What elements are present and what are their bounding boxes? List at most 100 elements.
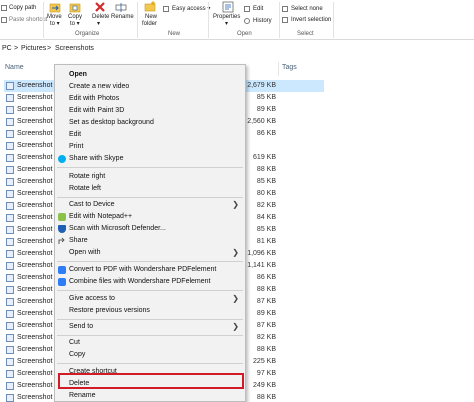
- menu-separator: [57, 197, 243, 198]
- menu-item-edit[interactable]: Edit: [55, 129, 245, 141]
- history-button[interactable]: History: [253, 18, 272, 25]
- menu-item-label: Create a new video: [69, 83, 130, 90]
- menu-item-label: Open with: [69, 249, 101, 256]
- menu-item-rename[interactable]: Rename: [55, 390, 245, 402]
- menu-item-send-to[interactable]: Send to ❯: [55, 321, 245, 333]
- select-none-icon: [282, 6, 288, 12]
- copy-path-button[interactable]: Copy path: [9, 5, 36, 12]
- file-name: Screenshot: [17, 262, 53, 269]
- file-name: Screenshot: [17, 130, 53, 137]
- file-name: Screenshot: [17, 82, 53, 89]
- menu-item-label: Edit with Notepad++: [69, 213, 133, 220]
- menu-item-label: Edit with Photos: [69, 95, 120, 102]
- image-file-icon: [6, 118, 14, 126]
- image-file-icon: [6, 250, 14, 258]
- menu-item-cast-device[interactable]: Cast to Device ❯: [55, 199, 245, 211]
- column-divider[interactable]: [278, 62, 279, 76]
- file-name: Screenshot: [17, 334, 53, 341]
- menu-item-set-background[interactable]: Set as desktop background: [55, 117, 245, 129]
- menu-item-label: Convert to PDF with Wondershare PDFeleme…: [69, 266, 217, 273]
- menu-item-edit-notepad[interactable]: Edit with Notepad++: [55, 211, 245, 223]
- invert-selection-button[interactable]: Invert selection: [291, 17, 331, 24]
- ribbon-separator: [137, 2, 138, 38]
- edit-ribbon-button[interactable]: Edit: [253, 6, 263, 13]
- breadcrumb-pictures[interactable]: Pictures: [21, 45, 46, 52]
- breadcrumb-screenshots[interactable]: Screenshots: [55, 45, 94, 52]
- breadcrumb-separator[interactable]: >: [47, 45, 51, 52]
- menu-separator: [57, 290, 243, 291]
- submenu-arrow-icon: ❯: [232, 294, 239, 303]
- delete-highlight-box: [58, 373, 244, 389]
- select-none-button[interactable]: Select none: [291, 6, 323, 13]
- image-file-icon: [6, 202, 14, 210]
- file-name: Screenshot: [17, 250, 53, 257]
- image-file-icon: [6, 334, 14, 342]
- image-file-icon: [6, 346, 14, 354]
- menu-item-edit-paint3d[interactable]: Edit with Paint 3D: [55, 105, 245, 117]
- file-name: Screenshot: [17, 310, 53, 317]
- image-file-icon: [6, 226, 14, 234]
- copy-to-label: Copy: [68, 14, 83, 20]
- menu-item-give-access[interactable]: Give access to ❯: [55, 293, 245, 305]
- menu-item-open-with[interactable]: Open with ❯: [55, 247, 245, 259]
- menu-item-label: Print: [69, 143, 84, 150]
- menu-item-open[interactable]: Open: [55, 69, 245, 81]
- menu-item-restore-versions[interactable]: Restore previous versions: [55, 305, 245, 317]
- invert-selection-icon: [282, 17, 288, 23]
- submenu-arrow-icon: ❯: [232, 248, 239, 257]
- new-folder-label: New: [145, 14, 158, 20]
- easy-access-button[interactable]: Easy access ▾: [172, 6, 210, 13]
- menu-item-label: Cut: [69, 339, 80, 346]
- image-file-icon: [6, 190, 14, 198]
- column-header-name[interactable]: Name: [5, 64, 24, 76]
- menu-item-copy[interactable]: Copy: [55, 349, 245, 361]
- column-header-tags[interactable]: Tags: [282, 64, 297, 76]
- delete-ribbon-label: Delete: [92, 14, 110, 20]
- move-to-label-2: to ▾: [50, 21, 60, 27]
- edit-icon: [244, 6, 250, 12]
- image-file-icon: [6, 178, 14, 186]
- copy-path-icon: [1, 5, 7, 11]
- skype-icon: [58, 155, 66, 163]
- copy-to-icon: [69, 3, 81, 13]
- menu-item-print[interactable]: Print: [55, 141, 245, 153]
- menu-item-rotate-left[interactable]: Rotate left: [55, 183, 245, 195]
- rename-ribbon-label: Rename: [111, 14, 134, 20]
- paste-shortcut-button[interactable]: Paste shortcut: [9, 17, 47, 24]
- menu-item-label: Share with Skype: [69, 155, 124, 162]
- context-menu: Open Create a new video Edit with Photos…: [54, 64, 246, 402]
- breadcrumb-pc[interactable]: PC: [2, 45, 12, 52]
- file-name: Screenshot: [17, 94, 53, 101]
- ribbon: Copy path Paste shortcut Move to ▾ Copy …: [0, 0, 474, 40]
- file-name: Screenshot: [17, 346, 53, 353]
- properties-label-2: ▾: [225, 21, 229, 27]
- menu-item-scan-defender[interactable]: Scan with Microsoft Defender...: [55, 223, 245, 235]
- image-file-icon: [6, 310, 14, 318]
- menu-item-combine-pdf[interactable]: Combine files with Wondershare PDFelemen…: [55, 276, 245, 288]
- menu-item-create-video[interactable]: Create a new video: [55, 81, 245, 93]
- menu-item-share[interactable]: Share: [55, 235, 245, 247]
- image-file-icon: [6, 298, 14, 306]
- new-group-label: New: [168, 31, 181, 37]
- image-file-icon: [6, 142, 14, 150]
- file-name: Screenshot: [17, 106, 53, 113]
- breadcrumb-separator[interactable]: >: [14, 45, 18, 52]
- file-name: Screenshot: [17, 370, 53, 377]
- menu-item-edit-photos[interactable]: Edit with Photos: [55, 93, 245, 105]
- menu-item-label: Copy: [69, 351, 86, 358]
- history-icon: [244, 18, 250, 24]
- menu-item-share-skype[interactable]: Share with Skype: [55, 153, 245, 165]
- menu-item-cut[interactable]: Cut: [55, 337, 245, 349]
- menu-item-convert-pdf[interactable]: Convert to PDF with Wondershare PDFeleme…: [55, 264, 245, 276]
- file-name: Screenshot: [17, 142, 53, 149]
- image-file-icon: [6, 214, 14, 222]
- ribbon-separator: [208, 2, 209, 38]
- menu-item-rotate-right[interactable]: Rotate right: [55, 171, 245, 183]
- notepad-plus-icon: [58, 213, 66, 221]
- copy-to-label-2: to ▾: [70, 21, 80, 27]
- menu-item-label: Give access to: [69, 295, 115, 302]
- image-file-icon: [6, 94, 14, 102]
- pdfelement-icon: [58, 266, 66, 274]
- menu-item-label: Rotate left: [69, 185, 101, 192]
- file-name: Screenshot: [17, 118, 53, 125]
